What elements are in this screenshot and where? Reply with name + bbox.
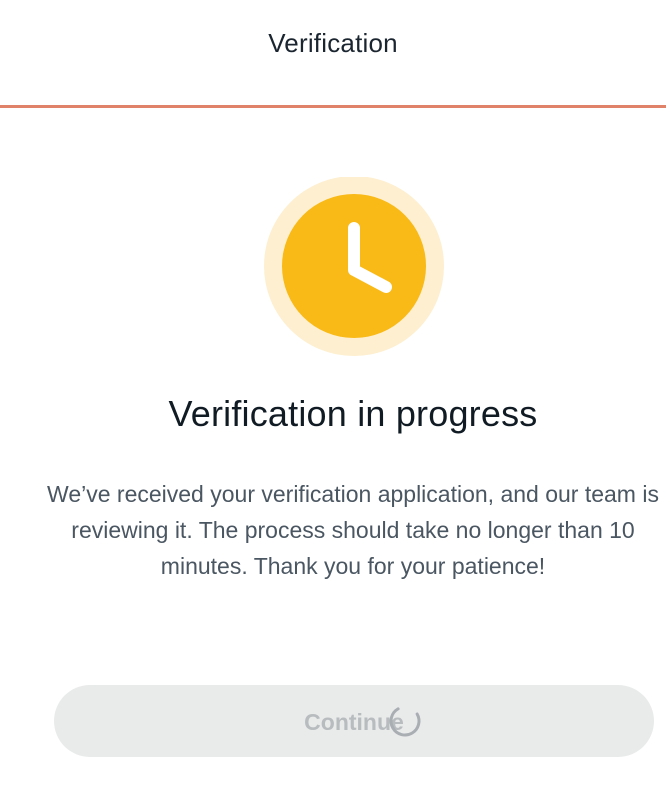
clock-icon <box>264 176 444 357</box>
continue-label: Continue <box>304 709 404 735</box>
page-title: Verification <box>268 28 398 58</box>
header: Verification <box>0 0 666 108</box>
continue-button[interactable]: Continue <box>54 685 654 757</box>
status-message: We’ve received your verification applica… <box>47 481 659 579</box>
status-title: Verification in progress <box>168 393 538 434</box>
spinner-icon <box>387 703 423 739</box>
